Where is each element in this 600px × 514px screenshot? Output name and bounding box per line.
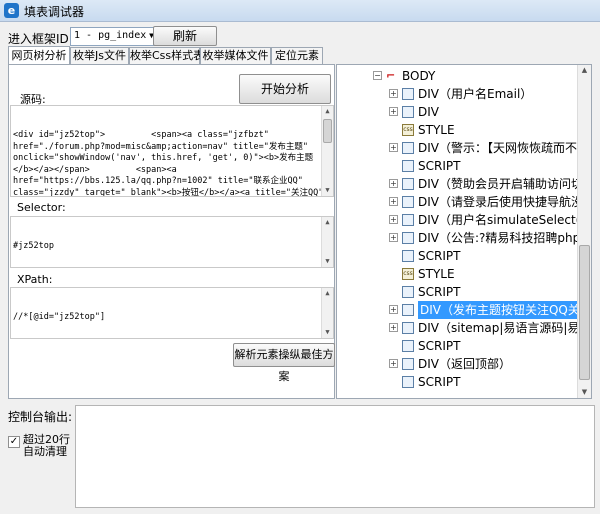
scroll-down-icon[interactable]: ▼ bbox=[578, 387, 591, 398]
element-icon bbox=[402, 214, 414, 226]
element-icon bbox=[402, 232, 414, 244]
tree-node-label: STYLE bbox=[418, 123, 455, 137]
tab-locate-element[interactable]: 定位元素 bbox=[271, 47, 323, 65]
scroll-down-icon[interactable]: ▼ bbox=[322, 327, 333, 338]
expand-icon[interactable]: + bbox=[389, 197, 398, 206]
expand-icon[interactable]: + bbox=[389, 323, 398, 332]
start-analysis-button[interactable]: 开始分析 bbox=[239, 74, 331, 104]
expand-icon[interactable]: + bbox=[389, 233, 398, 242]
tree-node-label: DIV（用户名simulateSelect('ls bbox=[418, 213, 592, 227]
element-icon bbox=[402, 178, 414, 190]
element-icon bbox=[402, 88, 414, 100]
source-line: onclick="showWindow('nav', this.href, 'g… bbox=[13, 153, 314, 163]
scroll-down-icon[interactable]: ▼ bbox=[322, 185, 333, 196]
tree-node-label: DIV（公告:?精易科技招聘php二 bbox=[418, 231, 592, 245]
expand-icon[interactable]: + bbox=[389, 215, 398, 224]
element-icon bbox=[402, 142, 414, 154]
tree-node-label: DIV（警示：【天网恢恢疏而不 bbox=[418, 141, 577, 155]
frame-id-selected-value: 1 - pg_index bbox=[74, 30, 147, 41]
source-scrollbar[interactable]: ▲ ▼ bbox=[321, 106, 333, 196]
source-line: href="https://bbs.125.la/qq.php?n=1002" … bbox=[13, 176, 303, 186]
element-icon bbox=[402, 358, 414, 370]
selector-textarea[interactable]: #jz52top ▲ ▼ bbox=[10, 216, 334, 268]
body-element-icon: ⌐ bbox=[386, 69, 396, 82]
frame-id-label: 进入框架ID: bbox=[8, 32, 73, 46]
selector-value: #jz52top bbox=[13, 241, 54, 251]
expand-icon[interactable]: + bbox=[389, 89, 398, 98]
source-line: </b></a></span> <span><a bbox=[13, 164, 177, 175]
expand-icon[interactable]: + bbox=[389, 359, 398, 368]
element-icon bbox=[402, 160, 414, 172]
check-icon: ✓ bbox=[9, 436, 19, 447]
element-icon bbox=[402, 196, 414, 208]
app-e-icon: e bbox=[4, 3, 19, 18]
frame-id-select[interactable]: 1 - pg_index ▼ bbox=[70, 27, 157, 46]
tab-media-files[interactable]: 枚举媒体文件 bbox=[200, 47, 271, 65]
style-icon: css bbox=[402, 268, 414, 280]
element-icon bbox=[402, 106, 414, 118]
tree-node-label: DIV（返回顶部） bbox=[418, 357, 511, 371]
tree-node-label: SCRIPT bbox=[418, 285, 461, 299]
tree-node-label: SCRIPT bbox=[418, 339, 461, 353]
element-icon bbox=[402, 376, 414, 388]
expand-icon[interactable]: + bbox=[389, 179, 398, 188]
expand-icon[interactable]: + bbox=[389, 143, 398, 152]
console-output-label: 控制台输出: bbox=[8, 410, 73, 424]
tree-scroll-thumb[interactable] bbox=[579, 245, 590, 380]
scroll-up-icon[interactable]: ▲ bbox=[322, 106, 333, 117]
source-line: <div id="jz52top"> <span><a class="jzfbz… bbox=[13, 130, 269, 140]
tree-node-label: DIV（发布主题按钮关注QQ关注 bbox=[418, 301, 592, 319]
tree-node-label: SCRIPT bbox=[418, 249, 461, 263]
tree-scrollbar[interactable]: ▲ ▼ bbox=[577, 65, 591, 398]
scroll-down-icon[interactable]: ▼ bbox=[322, 256, 333, 267]
tree-node-label: SCRIPT bbox=[418, 159, 461, 173]
xpath-label: XPath: bbox=[17, 273, 53, 286]
tree-node-label: DIV（请登录后使用快捷导航没 bbox=[418, 195, 583, 209]
scroll-thumb[interactable] bbox=[323, 119, 332, 143]
tree-node-label: STYLE bbox=[418, 267, 455, 281]
source-textarea[interactable]: <div id="jz52top"> <span><a class="jzfbz… bbox=[10, 105, 334, 197]
tree-node-label: SCRIPT bbox=[418, 375, 461, 389]
parse-element-button[interactable]: 解析元素操纵最佳方案 bbox=[233, 343, 335, 383]
xpath-textarea[interactable]: //*[@id="jz52top"] ▲ ▼ bbox=[10, 287, 334, 339]
element-icon bbox=[402, 322, 414, 334]
element-icon bbox=[402, 286, 414, 298]
auto-clear-checkbox[interactable]: ✓ bbox=[8, 436, 20, 448]
source-code: <div id="jz52top"> <span><a class="jzfbz… bbox=[13, 130, 331, 197]
refresh-button[interactable]: 刷新 bbox=[153, 26, 217, 46]
title-bar: e 填表调试器 bbox=[0, 0, 600, 22]
style-icon: css bbox=[402, 124, 414, 136]
tree-node-label: DIV（sitemap|易语言源码|易语 bbox=[418, 321, 592, 335]
collapse-icon[interactable]: − bbox=[373, 71, 382, 80]
source-line: href="./forum.php?mod=misc&amp;action=na… bbox=[13, 141, 308, 152]
selector-scrollbar[interactable]: ▲ ▼ bbox=[321, 217, 333, 267]
scroll-up-icon[interactable]: ▲ bbox=[322, 288, 333, 299]
source-line: class="jzzdy" target="_blank"><b>按钮</b><… bbox=[13, 187, 324, 197]
tree-node-label: BODY bbox=[402, 69, 436, 83]
element-icon bbox=[402, 340, 414, 352]
element-icon bbox=[402, 250, 414, 262]
scroll-up-icon[interactable]: ▲ bbox=[578, 65, 591, 76]
console-output-box[interactable] bbox=[75, 405, 595, 508]
expand-icon[interactable]: + bbox=[389, 107, 398, 116]
tab-dom-tree[interactable]: 网页树分析 bbox=[8, 46, 70, 65]
expand-icon[interactable]: + bbox=[389, 305, 398, 314]
tree-node-label: DIV（赞助会员开启辅助访问切 bbox=[418, 177, 583, 191]
xpath-scrollbar[interactable]: ▲ ▼ bbox=[321, 288, 333, 338]
auto-clear-label: 超过20行自动清理 bbox=[23, 433, 70, 458]
dom-tree-view[interactable]: − ⌐ BODY + DIV（用户名Email） + DIV css STYLE + DIV（… bbox=[336, 64, 592, 399]
tab-js-files[interactable]: 枚举Js文件 bbox=[70, 47, 129, 65]
tree-node-label: DIV bbox=[418, 105, 439, 119]
analysis-panel: 开始分析 源码: <div id="jz52top"> <span><a cla… bbox=[8, 64, 335, 399]
scroll-up-icon[interactable]: ▲ bbox=[322, 217, 333, 228]
selector-label: Selector: bbox=[17, 201, 66, 214]
window-title: 填表调试器 bbox=[24, 5, 85, 19]
tree-node-label: DIV（用户名Email） bbox=[418, 87, 533, 101]
xpath-value: //*[@id="jz52top"] bbox=[13, 312, 106, 322]
element-icon bbox=[402, 304, 414, 316]
tab-css-sheets[interactable]: 枚举Css样式表 bbox=[129, 47, 204, 65]
